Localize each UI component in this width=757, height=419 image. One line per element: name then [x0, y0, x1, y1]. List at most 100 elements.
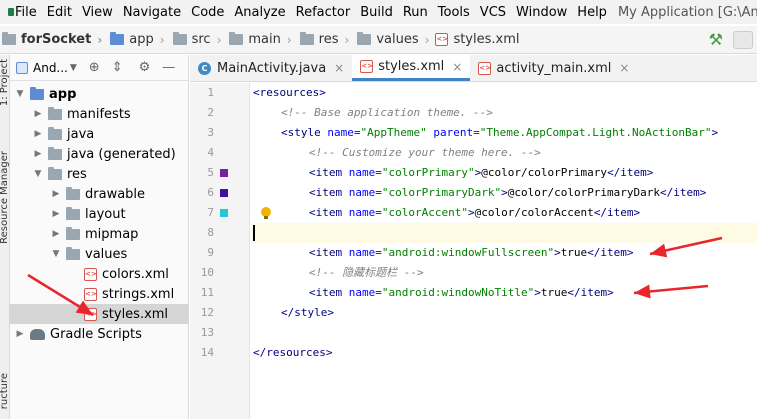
code-line: <resources>	[253, 83, 326, 103]
tab-activity-main-xml[interactable]: <> activity_main.xml ×	[470, 55, 637, 81]
code-token: name=	[348, 186, 382, 199]
breadcrumb-item[interactable]: <> styles.xml	[435, 32, 520, 47]
tree-item-manifests[interactable]: ▶ manifests	[10, 104, 188, 124]
tree-item-app[interactable]: ▼ app	[10, 84, 188, 104]
tree-item-java[interactable]: ▶ java	[10, 124, 188, 144]
tree-item-strings-xml[interactable]: ▶<>strings.xml	[10, 284, 188, 304]
code-line: <!-- Base application theme. -->	[281, 103, 493, 123]
menu-navigate[interactable]: Navigate	[118, 5, 186, 20]
code-line: <item name="colorPrimaryDark">@color/col…	[309, 183, 706, 203]
tree-item-java-generated-[interactable]: ▶ java (generated)	[10, 144, 188, 164]
menu-window[interactable]: Window	[511, 5, 572, 20]
breadcrumb-separator-icon: ›	[216, 32, 222, 47]
collapsed-arrow-icon[interactable]: ▶	[50, 229, 62, 239]
collapse-all-icon[interactable]: ⇕	[112, 60, 123, 75]
menu-run[interactable]: Run	[398, 5, 433, 20]
collapsed-arrow-icon[interactable]: ▶	[32, 109, 44, 119]
breadcrumb-item[interactable]: app ›	[108, 32, 170, 47]
tab-styles-xml[interactable]: <> styles.xml ×	[352, 55, 471, 81]
build-hammer-icon[interactable]: ⚒	[709, 30, 723, 49]
menu-build[interactable]: Build	[355, 5, 398, 20]
collapsed-arrow-icon[interactable]: ▶	[32, 149, 44, 159]
menu-tools[interactable]: Tools	[433, 5, 475, 20]
tree-item-label: drawable	[85, 186, 146, 202]
tab-label: styles.xml	[378, 59, 445, 74]
folder-icon	[299, 32, 314, 45]
breadcrumb-separator-icon: ›	[424, 32, 430, 47]
tree-item-values[interactable]: ▼ values	[10, 244, 188, 264]
expanded-arrow-icon[interactable]: ▼	[32, 169, 44, 179]
code-token: <!-- 隐藏标题栏 -->	[309, 266, 424, 279]
close-icon[interactable]: ×	[334, 61, 344, 75]
tree-item-mipmap[interactable]: ▶ mipmap	[10, 224, 188, 244]
tree-item-layout[interactable]: ▶ layout	[10, 204, 188, 224]
code-token: <item	[309, 206, 349, 219]
menu-help[interactable]: Help	[572, 5, 612, 20]
expanded-arrow-icon[interactable]: ▼	[14, 89, 26, 99]
project-view-selector[interactable]: And...	[33, 61, 68, 75]
code-token: </item>	[593, 206, 641, 219]
tree-item-drawable[interactable]: ▶ drawable	[10, 184, 188, 204]
breadcrumb-item[interactable]: res ›	[298, 32, 356, 47]
folder-icon	[66, 186, 80, 200]
window-title: My Application [G:\Andro	[617, 4, 757, 20]
code-token: name=	[348, 246, 382, 259]
code-token: @color/colorAccent	[474, 206, 594, 219]
device-selector-icon[interactable]	[733, 30, 753, 49]
tree-item-gradle-scripts[interactable]: ▶ Gradle Scripts	[10, 324, 188, 344]
xml-file-icon: <>	[360, 60, 374, 73]
hide-panel-icon[interactable]: —	[162, 60, 175, 75]
tab-mainactivity-java[interactable]: C MainActivity.java ×	[190, 55, 352, 81]
color-swatch-icon[interactable]	[220, 209, 228, 217]
gradle-icon	[30, 328, 45, 340]
lightbulb-icon[interactable]	[261, 207, 271, 219]
android-view-icon	[16, 61, 28, 74]
collapsed-arrow-icon[interactable]: ▶	[50, 209, 62, 219]
breadcrumb-item[interactable]: src ›	[171, 32, 228, 47]
collapsed-arrow-icon[interactable]: ▶	[50, 189, 62, 199]
tree-item-styles-xml[interactable]: ▶<>styles.xml	[10, 304, 188, 324]
menu-file[interactable]: File	[10, 5, 42, 20]
tree-item-label: styles.xml	[102, 306, 169, 322]
structure-tool-window-button[interactable]: ructure	[0, 373, 9, 409]
collapsed-arrow-icon[interactable]: ▶	[32, 129, 44, 139]
xml-file-icon: <>	[84, 307, 97, 321]
code-token: "android:windowFullscreen"	[381, 246, 555, 259]
gear-icon[interactable]: ⚙	[139, 60, 151, 75]
tab-label: MainActivity.java	[217, 60, 327, 76]
color-swatch-icon[interactable]	[220, 189, 228, 197]
close-icon[interactable]: ×	[619, 61, 629, 75]
project-tool-window-button[interactable]: 1: Project	[0, 59, 9, 106]
chevron-down-icon[interactable]: ▼	[70, 63, 77, 73]
line-number: 7	[207, 206, 214, 219]
code-token: >	[554, 246, 561, 259]
menu-view[interactable]: View	[77, 5, 118, 20]
breadcrumb-label: res	[318, 32, 339, 47]
code-area[interactable]: 1 2 3 4 5 6 7 8 9 10 11 12 13 14 <resources> <!-- Base…	[190, 83, 757, 419]
breadcrumb-item[interactable]: values ›	[355, 32, 435, 47]
code-token: name=	[327, 126, 361, 139]
collapsed-arrow-icon[interactable]: ▶	[14, 329, 26, 339]
tree-item-res[interactable]: ▼ res	[10, 164, 188, 184]
tree-item-colors-xml[interactable]: ▶<>colors.xml	[10, 264, 188, 284]
menu-refactor[interactable]: Refactor	[291, 5, 356, 20]
line-number: 14	[200, 346, 214, 359]
folder-icon	[172, 32, 187, 45]
menu-edit[interactable]: Edit	[42, 5, 77, 20]
color-swatch-icon[interactable]	[220, 169, 228, 177]
breadcrumb-separator-icon: ›	[344, 32, 350, 47]
close-icon[interactable]: ×	[452, 60, 462, 74]
line-number: 9	[207, 246, 214, 259]
tree-item-label: manifests	[67, 106, 131, 122]
breadcrumb-separator-icon: ›	[97, 32, 103, 47]
tree-item-label: Gradle Scripts	[50, 326, 142, 342]
resource-manager-tool-window-button[interactable]: Resource Manager	[0, 151, 9, 244]
expanded-arrow-icon[interactable]: ▼	[50, 249, 62, 259]
breadcrumb-item[interactable]: forSocket ›	[0, 32, 108, 47]
menu-vcs[interactable]: VCS	[475, 5, 511, 20]
locate-file-icon[interactable]: ⊕	[89, 60, 100, 75]
menu-code[interactable]: Code	[186, 5, 229, 20]
folder-icon	[66, 246, 80, 260]
breadcrumb-item[interactable]: main ›	[227, 32, 297, 47]
menu-analyze[interactable]: Analyze	[229, 5, 290, 20]
